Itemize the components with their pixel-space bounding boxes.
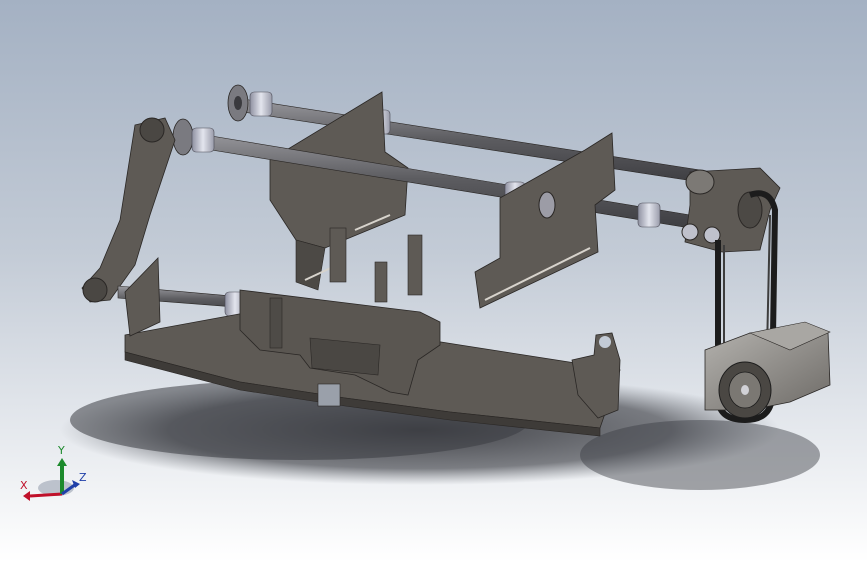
left-link-arm[interactable] — [81, 117, 176, 303]
right-bearing-housing[interactable] — [681, 167, 781, 253]
coordinate-triad — [23, 458, 80, 501]
triad-x-label: X — [20, 479, 28, 492]
x-axis-arrow — [29, 492, 63, 498]
triad-z-label: Z — [79, 471, 87, 484]
mechanism-assembly-model[interactable] — [0, 0, 867, 562]
cad-graphics-viewport[interactable]: X Y Z — [0, 0, 867, 562]
triad-y-label: Y — [58, 444, 65, 457]
right-guide-plate[interactable] — [474, 132, 616, 309]
